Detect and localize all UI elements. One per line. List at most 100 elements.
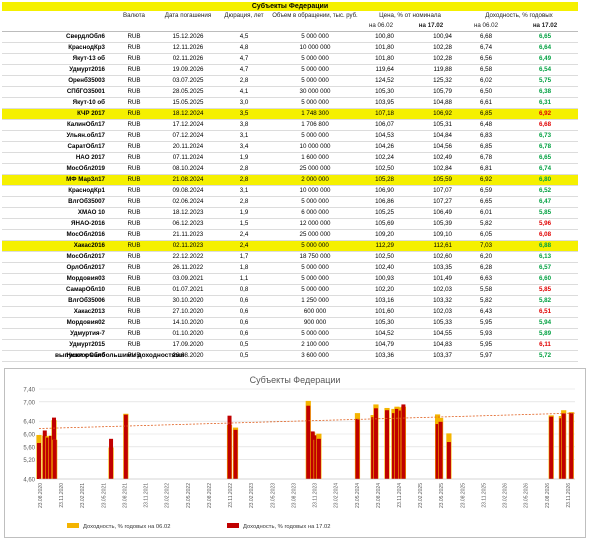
bond-yield-1702: 6,57	[512, 262, 579, 274]
bond-maturity: 17.12.2024	[158, 119, 218, 131]
table-row: СаратОбл17 RUB 20.11.2024 3,4 10 000 000 104,…	[2, 141, 579, 153]
bond-price-0602: 105,28	[360, 174, 402, 186]
header-yield-0602: на 06.02	[460, 21, 512, 32]
bond-name: СаратОбл17	[2, 141, 110, 153]
bond-maturity: 01.07.2021	[158, 284, 218, 296]
bond-price-1702: 101,49	[402, 273, 460, 285]
bond-duration: 1,5	[218, 218, 270, 230]
table-row: ЯНАО-2016 RUB 06.12.2023 1,5 12 000 000 105,6…	[2, 218, 579, 230]
bond-yield-0602: 6,01	[460, 207, 512, 219]
bond-price-1702: 125,32	[402, 75, 460, 87]
yield-chart: Субъекты Федерации 4,60 5,20 5,60 6,00 6,40 7,…	[4, 368, 586, 538]
table-row: Удмурт2016 RUB 19.09.2026 4,7 5 000 000 119,6…	[2, 64, 579, 76]
y-tick-label: 6,40	[23, 420, 35, 426]
bond-currency: RUB	[110, 86, 158, 98]
bond-price-1702: 105,79	[402, 86, 460, 98]
bond-yield-1702: 6,65	[512, 152, 579, 164]
bond-duration: 0,6	[218, 328, 270, 340]
bond-name: Удмурт2016	[2, 64, 110, 76]
x-tick-label: 23.02.2026	[503, 483, 509, 508]
bond-volume: 18 750 000	[270, 251, 360, 263]
bond-duration: 3,5	[218, 108, 270, 120]
bond-yield-0602: 6,50	[460, 86, 512, 98]
bond-name: Якут-13 об	[2, 53, 110, 65]
bond-price-1702: 104,88	[402, 97, 460, 109]
bond-price-0602: 103,16	[360, 295, 402, 307]
bond-maturity: 27.10.2020	[158, 306, 218, 318]
bond-currency: RUB	[110, 141, 158, 153]
table-row: Мордовия03 RUB 03.09.2021 1,1 5 000 000 100,9…	[2, 273, 579, 285]
bond-volume: 25 000 000	[270, 163, 360, 175]
bond-name: Удмуртия-7	[2, 328, 110, 340]
bond-name: ОрлОбл2017	[2, 262, 110, 274]
table-row: Хакас2013 RUB 27.10.2020 0,6 600 000 101,60 10…	[2, 306, 579, 318]
bond-volume: 5 000 000	[270, 64, 360, 76]
bar-1702	[561, 413, 566, 479]
bond-yield-0602: 6,85	[460, 141, 512, 153]
bond-duration: 4,5	[218, 31, 270, 43]
x-tick-label: 23.05.2025	[439, 483, 445, 508]
y-tick-label: 4,60	[23, 478, 35, 484]
x-tick-label: 23.08.2026	[545, 483, 551, 508]
bond-name: ЯНАО-2016	[2, 218, 110, 230]
bond-price-0602: 104,53	[360, 130, 402, 142]
bond-duration: 3,1	[218, 185, 270, 197]
bond-price-1702: 104,56	[402, 141, 460, 153]
legend-label-1702: Доходность, % годовых на 17.02	[243, 524, 330, 530]
bar-1702	[316, 438, 321, 479]
bond-rows: СвердлОбл6 RUB 15.12.2026 4,5 5 000 000 100,8…	[2, 31, 579, 362]
bar-1702	[306, 405, 311, 479]
y-tick-label: 5,60	[23, 445, 35, 451]
bond-yield-1702: 5,94	[512, 317, 579, 329]
bond-price-0602: 102,24	[360, 152, 402, 164]
header-price-1702: на 17.02	[402, 21, 460, 32]
bond-price-1702: 100,94	[402, 31, 460, 43]
bond-maturity: 26.11.2022	[158, 262, 218, 274]
bond-currency: RUB	[110, 97, 158, 109]
bond-currency: RUB	[110, 273, 158, 285]
bond-price-0602: 105,30	[360, 317, 402, 329]
bond-maturity: 19.09.2026	[158, 64, 218, 76]
bond-yield-1702: 6,80	[512, 174, 579, 186]
bond-maturity: 02.11.2023	[158, 240, 218, 252]
bond-volume: 5 000 000	[270, 31, 360, 43]
bond-price-1702: 109,10	[402, 229, 460, 241]
bond-yield-0602: 6,85	[460, 108, 512, 120]
bond-price-1702: 119,88	[402, 64, 460, 76]
bond-volume: 1 600 000	[270, 152, 360, 164]
legend-label-0602: Доходность, % годовых на 06.02	[83, 524, 170, 530]
x-tick-label: 23.11.2025	[481, 483, 487, 508]
bar-1702	[446, 442, 451, 479]
bond-maturity: 21.11.2023	[158, 229, 218, 241]
footnote: выпуски с наибольшими доходностями	[55, 352, 185, 359]
bond-yield-1702: 6,47	[512, 196, 579, 208]
bond-price-0602: 105,30	[360, 86, 402, 98]
y-tick-label: 7,00	[23, 400, 35, 406]
bond-currency: RUB	[110, 130, 158, 142]
bond-price-0602: 101,80	[360, 53, 402, 65]
bond-price-0602: 109,20	[360, 229, 402, 241]
bond-yield-0602: 5,58	[460, 284, 512, 296]
bond-price-0602: 106,90	[360, 185, 402, 197]
bond-duration: 0,6	[218, 295, 270, 307]
bond-currency: RUB	[110, 339, 158, 351]
bond-price-1702: 105,39	[402, 218, 460, 230]
bond-yield-1702: 6,88	[512, 240, 579, 252]
y-tick-label: 7,40	[23, 388, 35, 394]
bond-maturity: 22.12.2022	[158, 251, 218, 263]
bond-yield-0602: 6,59	[460, 185, 512, 197]
bond-currency: RUB	[110, 295, 158, 307]
bond-yield-1702: 5,75	[512, 75, 579, 87]
bond-currency: RUB	[110, 207, 158, 219]
table-row: Мордовия02 RUB 14.10.2020 0,6 900 000 105,30 1…	[2, 317, 579, 329]
bond-yield-0602: 6,92	[460, 174, 512, 186]
x-tick-label: 23.08.2021	[122, 483, 128, 508]
bond-name: Оренб35003	[2, 75, 110, 87]
header-maturity: Дата погашения	[164, 12, 212, 19]
x-tick-label: 23.11.2022	[228, 483, 234, 508]
bond-duration: 4,8	[218, 42, 270, 54]
bond-duration: 2,4	[218, 229, 270, 241]
bond-volume: 30 000 000	[270, 86, 360, 98]
bond-price-0602: 102,50	[360, 251, 402, 263]
table-row: Ульян.обл17 RUB 07.12.2024 3,1 5 000 000 104,…	[2, 130, 579, 142]
